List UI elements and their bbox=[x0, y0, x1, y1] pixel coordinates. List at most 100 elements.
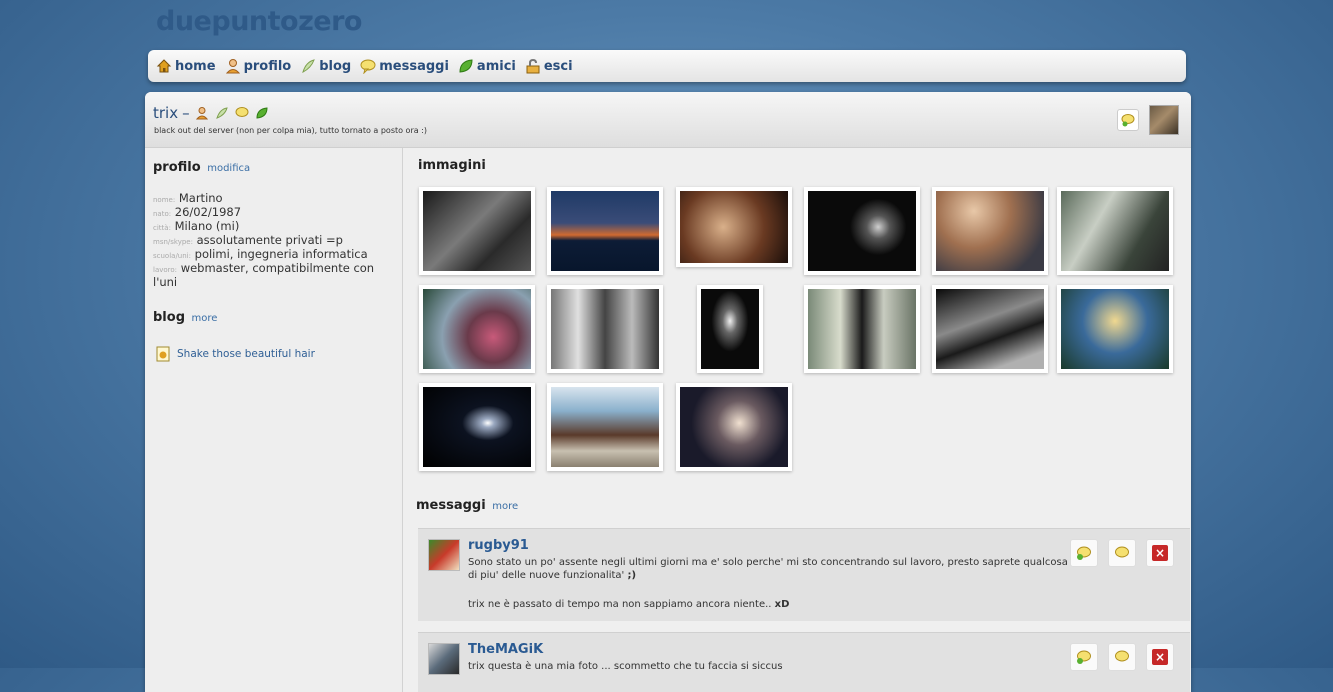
user-icon[interactable] bbox=[194, 105, 210, 121]
field-value: polimi, ingegneria informatica bbox=[194, 247, 368, 261]
user-line: trix – bbox=[153, 104, 270, 122]
image-thumb[interactable] bbox=[697, 285, 763, 373]
field-key: scuola/uni: bbox=[153, 252, 191, 260]
profile-field: nome: Martino bbox=[153, 192, 398, 206]
username-separator: – bbox=[182, 104, 190, 122]
speech-bubble-icon bbox=[1115, 650, 1129, 662]
avatar[interactable] bbox=[428, 643, 460, 675]
main-nav: home profilo blog messaggi amici esci bbox=[148, 50, 1186, 82]
field-key: nome: bbox=[153, 196, 176, 204]
message-actions: × bbox=[1070, 643, 1174, 671]
profile-title: profilo bbox=[153, 160, 201, 175]
field-key: nato: bbox=[153, 210, 172, 218]
avatar[interactable] bbox=[428, 539, 460, 571]
edit-profile-link[interactable]: modifica bbox=[207, 163, 250, 174]
home-icon bbox=[156, 58, 172, 74]
image-thumb[interactable] bbox=[419, 383, 535, 471]
image-thumb[interactable] bbox=[547, 383, 663, 471]
blog-title: blog bbox=[153, 310, 185, 325]
blog-section-title: blog more bbox=[153, 310, 217, 325]
image-thumb[interactable] bbox=[804, 187, 920, 275]
profile-header: trix – black out del server (non per col… bbox=[145, 92, 1191, 148]
reply-emote: xD bbox=[774, 599, 790, 610]
image-thumb[interactable] bbox=[1057, 285, 1173, 373]
header-actions bbox=[1117, 105, 1179, 135]
profile-section-title: profilo modifica bbox=[153, 160, 250, 175]
sidebar: profilo modifica nome: Martino nato: 26/… bbox=[145, 148, 403, 692]
message-author[interactable]: TheMAGiK bbox=[468, 642, 543, 657]
message-body: Sono stato un po' assente negli ultimi g… bbox=[468, 557, 1068, 581]
image-thumb[interactable] bbox=[419, 285, 535, 373]
messages-title: messaggi bbox=[416, 498, 486, 513]
nav-blog-label: blog bbox=[319, 58, 352, 74]
delete-button[interactable]: × bbox=[1146, 643, 1174, 671]
image-thumb[interactable] bbox=[676, 383, 792, 471]
nav-profilo-label: profilo bbox=[243, 58, 292, 74]
messages-more-link[interactable]: more bbox=[492, 501, 518, 512]
close-icon: × bbox=[1152, 545, 1168, 561]
message-text: Sono stato un po' assente negli ultimi g… bbox=[468, 556, 1068, 582]
message-actions: × bbox=[1070, 539, 1174, 567]
comment-add-icon bbox=[1077, 650, 1091, 664]
username[interactable]: trix bbox=[153, 104, 178, 122]
nav-home[interactable]: home bbox=[156, 58, 216, 74]
nav-esci[interactable]: esci bbox=[525, 58, 573, 74]
speech-bubble-icon bbox=[1115, 546, 1129, 558]
blog-post-title: Shake those beautiful hair bbox=[177, 348, 315, 360]
nav-messaggi-label: messaggi bbox=[379, 58, 449, 74]
exit-icon bbox=[525, 58, 541, 74]
message-text: trix questa è una mia foto ... scommetto… bbox=[468, 661, 783, 672]
add-comment-button[interactable] bbox=[1117, 109, 1139, 131]
delete-button[interactable]: × bbox=[1146, 539, 1174, 567]
profile-field: lavoro: webmaster, compatibilmente con l… bbox=[153, 262, 398, 288]
field-key: msn/skype: bbox=[153, 238, 193, 246]
nav-amici[interactable]: amici bbox=[458, 58, 516, 74]
field-value: 26/02/1987 bbox=[174, 205, 242, 219]
blog-more-link[interactable]: more bbox=[192, 313, 218, 324]
close-icon: × bbox=[1152, 649, 1168, 665]
brand-title[interactable]: duepuntozero bbox=[156, 6, 362, 37]
field-value: Martino bbox=[178, 191, 223, 205]
image-thumb[interactable] bbox=[932, 285, 1048, 373]
speech-bubble-icon bbox=[360, 58, 376, 74]
field-key: lavoro: bbox=[153, 266, 178, 274]
nav-profilo[interactable]: profilo bbox=[225, 58, 292, 74]
field-value: Milano (mi) bbox=[174, 219, 240, 233]
comment-button[interactable] bbox=[1108, 643, 1136, 671]
field-value: assolutamente privati =p bbox=[196, 233, 343, 247]
message-reply: trix ne è passato di tempo ma non sappia… bbox=[468, 599, 789, 610]
document-icon bbox=[155, 346, 171, 362]
image-thumb[interactable] bbox=[932, 187, 1048, 275]
message-author[interactable]: rugby91 bbox=[468, 538, 529, 553]
image-thumb[interactable] bbox=[676, 187, 792, 267]
reply-button[interactable] bbox=[1070, 539, 1098, 567]
image-thumb[interactable] bbox=[1057, 187, 1173, 275]
profile-field: scuola/uni: polimi, ingegneria informati… bbox=[153, 248, 398, 262]
image-thumb[interactable] bbox=[547, 285, 663, 373]
leaf-icon[interactable] bbox=[254, 105, 270, 121]
message-item: TheMAGiK trix questa è una mia foto ... … bbox=[418, 632, 1190, 692]
profile-field: msn/skype: assolutamente privati =p bbox=[153, 234, 398, 248]
blog-post-link[interactable]: Shake those beautiful hair bbox=[155, 346, 315, 362]
comment-add-icon bbox=[1077, 546, 1091, 560]
profile-panel: trix – black out del server (non per col… bbox=[145, 92, 1191, 692]
comment-button[interactable] bbox=[1108, 539, 1136, 567]
nav-messaggi[interactable]: messaggi bbox=[360, 58, 449, 74]
field-value: webmaster, compatibilmente con l'uni bbox=[153, 261, 375, 289]
status-message: black out del server (non per colpa mia)… bbox=[154, 126, 427, 135]
image-thumb[interactable] bbox=[419, 187, 535, 275]
profile-field: nato: 26/02/1987 bbox=[153, 206, 398, 220]
message-emote: ;) bbox=[627, 570, 637, 581]
comment-add-icon bbox=[1121, 114, 1135, 127]
avatar[interactable] bbox=[1149, 105, 1179, 135]
nav-home-label: home bbox=[175, 58, 216, 74]
nav-blog[interactable]: blog bbox=[300, 58, 351, 74]
feather-icon[interactable] bbox=[214, 105, 230, 121]
reply-button[interactable] bbox=[1070, 643, 1098, 671]
speech-bubble-icon[interactable] bbox=[234, 105, 250, 121]
nav-amici-label: amici bbox=[476, 58, 516, 74]
message-item: rugby91 Sono stato un po' assente negli … bbox=[418, 528, 1190, 621]
image-thumb[interactable] bbox=[804, 285, 920, 373]
field-key: città: bbox=[153, 224, 171, 232]
image-thumb[interactable] bbox=[547, 187, 663, 275]
